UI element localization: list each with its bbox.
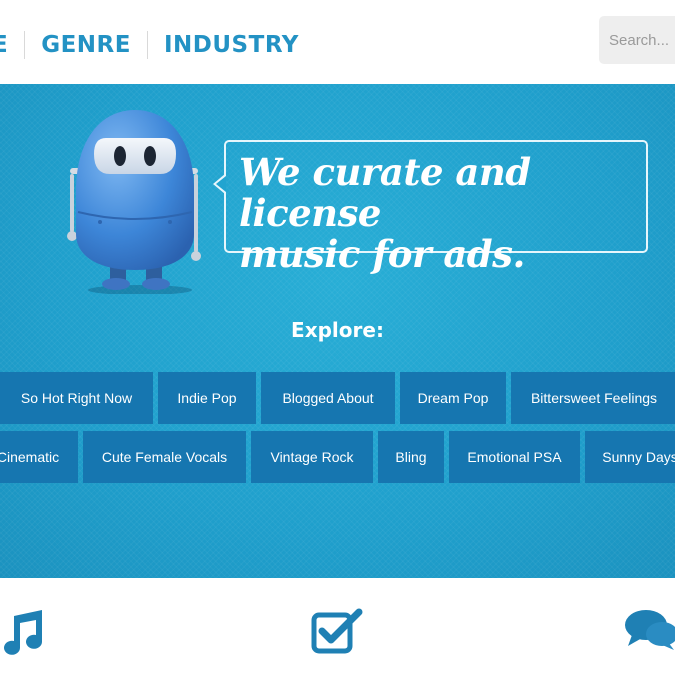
main-nav: E GENRE INDUSTRY xyxy=(0,30,299,60)
tagline-line-1: We curate and license xyxy=(239,150,531,235)
tag-button[interactable]: Dream Pop xyxy=(400,372,506,424)
tag-button[interactable]: Vintage Rock xyxy=(251,431,373,483)
tag-button[interactable]: Sunny Days xyxy=(585,431,675,483)
music-note-icon xyxy=(4,610,43,655)
tag-button[interactable]: Bittersweet Feelings xyxy=(511,372,675,424)
tagline-bubble: We curate and license music for ads. xyxy=(213,140,648,275)
tag-row-1: So Hot Right Now Indie Pop Blogged About… xyxy=(0,372,675,424)
site-header: E GENRE INDUSTRY Search... xyxy=(0,0,675,84)
checkbox-icon xyxy=(311,608,363,654)
tag-button[interactable]: Indie Pop xyxy=(158,372,256,424)
tagline: We curate and license music for ads. xyxy=(239,152,638,275)
tag-row-2: Cinematic Cute Female Vocals Vintage Roc… xyxy=(0,431,675,483)
tag-button[interactable]: Cute Female Vocals xyxy=(83,431,246,483)
tag-button[interactable]: Blogged About xyxy=(261,372,395,424)
tag-button[interactable]: Emotional PSA xyxy=(449,431,580,483)
features-strip xyxy=(0,578,675,675)
explore-heading: Explore: xyxy=(291,318,384,342)
nav-item-industry[interactable]: INDUSTRY xyxy=(164,32,299,58)
robot-mascot xyxy=(67,110,201,294)
speech-bubbles-icon xyxy=(625,610,675,650)
nav-divider xyxy=(146,31,148,59)
nav-item-genre[interactable]: GENRE xyxy=(41,32,131,58)
hero-section: We curate and license music for ads. Exp… xyxy=(0,84,675,578)
search-input[interactable]: Search... xyxy=(599,16,675,64)
tagline-line-2: music for ads. xyxy=(239,232,525,276)
tag-button[interactable]: Cinematic xyxy=(0,431,78,483)
nav-divider xyxy=(24,31,26,59)
nav-item-partial[interactable]: E xyxy=(0,32,8,58)
tag-button[interactable]: So Hot Right Now xyxy=(0,372,153,424)
tag-button[interactable]: Bling xyxy=(378,431,444,483)
